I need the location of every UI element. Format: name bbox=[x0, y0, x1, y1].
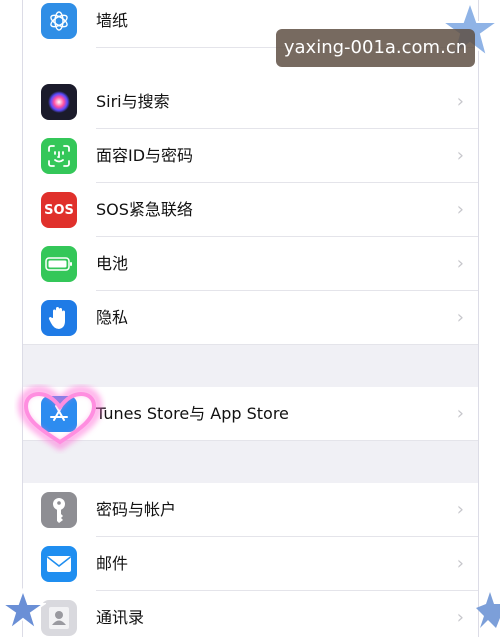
contacts-icon bbox=[41, 600, 77, 636]
star-sticker-icon bbox=[0, 588, 46, 632]
chevron-right-icon: › bbox=[456, 199, 464, 220]
settings-row-label: 电池 bbox=[96, 254, 129, 273]
chevron-right-icon: › bbox=[456, 253, 464, 274]
chevron-right-icon: › bbox=[456, 145, 464, 166]
settings-list: 墙纸 Siri与搜索 › 面容ID与密码 › SOS SOS紧急联络 › 电池 … bbox=[22, 0, 479, 637]
key-icon bbox=[41, 492, 77, 528]
face-id-icon bbox=[41, 138, 77, 174]
battery-icon bbox=[41, 246, 77, 282]
mail-icon bbox=[41, 546, 77, 582]
settings-row-label: 密码与帐户 bbox=[96, 500, 177, 519]
settings-row-label: 面容ID与密码 bbox=[96, 146, 194, 165]
settings-row-label: 隐私 bbox=[96, 308, 129, 327]
sos-icon: SOS bbox=[41, 192, 77, 228]
siri-icon bbox=[41, 84, 77, 120]
settings-row-label: 通讯录 bbox=[96, 608, 145, 627]
chevron-right-icon: › bbox=[456, 403, 464, 424]
chevron-right-icon: › bbox=[456, 553, 464, 574]
settings-row-passwords-accounts[interactable]: 密码与帐户 › bbox=[23, 483, 478, 537]
settings-row-sos[interactable]: SOS SOS紧急联络 › bbox=[23, 183, 478, 237]
settings-row-label: 邮件 bbox=[96, 554, 129, 573]
chevron-right-icon: › bbox=[456, 307, 464, 328]
privacy-hand-icon bbox=[41, 300, 77, 336]
settings-row-siri[interactable]: Siri与搜索 › bbox=[23, 75, 478, 129]
settings-row-privacy[interactable]: 隐私 › bbox=[23, 291, 478, 345]
watermark-badge: yaxing-001a.com.cn bbox=[276, 29, 475, 67]
settings-row-face-id[interactable]: 面容ID与密码 › bbox=[23, 129, 478, 183]
settings-row-battery[interactable]: 电池 › bbox=[23, 237, 478, 291]
settings-row-label: 墙纸 bbox=[96, 11, 129, 30]
settings-row-contacts[interactable]: 通讯录 › bbox=[23, 591, 478, 637]
settings-row-label: SOS紧急联络 bbox=[96, 200, 193, 219]
heart-sticker-icon bbox=[17, 385, 103, 451]
chevron-right-icon: › bbox=[456, 499, 464, 520]
settings-row-label: Siri与搜索 bbox=[96, 92, 170, 111]
chevron-right-icon: › bbox=[456, 607, 464, 628]
chevron-right-icon: › bbox=[456, 91, 464, 112]
section-gap bbox=[23, 344, 478, 388]
settings-row-label: Tunes Store与 App Store bbox=[96, 404, 289, 423]
settings-row-mail[interactable]: 邮件 › bbox=[23, 537, 478, 591]
sos-icon-text: SOS bbox=[44, 202, 74, 218]
wallpaper-icon bbox=[41, 3, 77, 39]
star-sticker-icon bbox=[476, 592, 500, 628]
